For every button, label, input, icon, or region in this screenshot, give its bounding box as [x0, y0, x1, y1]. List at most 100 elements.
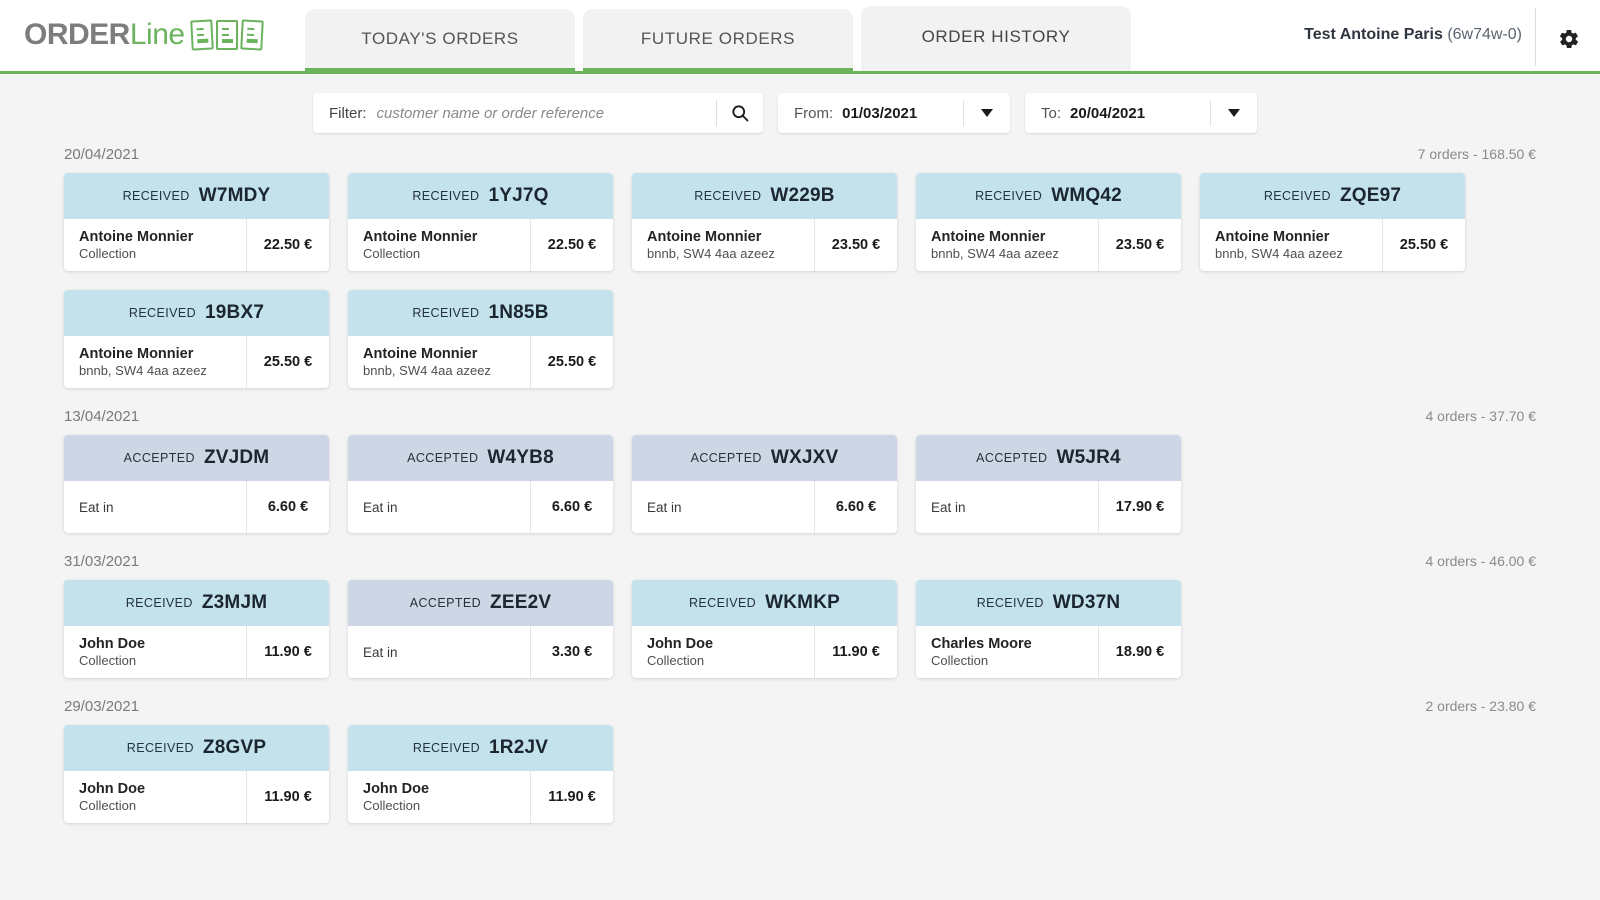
- order-group: 29/03/2021 2 orders - 23.80 € RECEIVED Z8GV…: [64, 692, 1536, 823]
- customer-name: John Doe: [363, 780, 430, 797]
- status-badge: RECEIVED: [975, 189, 1043, 203]
- order-customer-info: Antoine Monnier bnnb, SW4 4aa azeez: [348, 336, 530, 388]
- status-badge: ACCEPTED: [409, 596, 482, 610]
- order-detail: Collection: [79, 797, 137, 813]
- customer-name: Antoine Monnier: [79, 228, 194, 245]
- date-from-picker[interactable]: From: 01/03/2021: [778, 93, 1010, 133]
- order-card-body: Antoine Monnier bnnb, SW4 4aa azeez 25.50 …: [64, 336, 329, 388]
- order-reference: W4YB8: [487, 447, 554, 468]
- account-info[interactable]: Test Antoine Paris (6w74w-0): [1304, 26, 1522, 44]
- order-reference: WMQ42: [1051, 185, 1122, 206]
- order-reference: ZQE97: [1339, 185, 1402, 206]
- order-card-grid: RECEIVED W7MDY Antoine Monnier Collection 22…: [64, 173, 1536, 388]
- order-customer-info: Eat in: [64, 481, 246, 533]
- customer-name: Antoine Monnier: [363, 345, 478, 362]
- order-card[interactable]: ACCEPTED ZVJDM Eat in 6.60 €: [64, 435, 329, 533]
- order-detail: Collection: [79, 245, 137, 261]
- logo[interactable]: ORDERLine: [24, 18, 264, 52]
- order-reference: WKMKP: [765, 592, 840, 613]
- order-card-header: RECEIVED 1R2JV: [348, 725, 613, 771]
- account-code: (6w74w-0): [1447, 26, 1522, 43]
- customer-name: John Doe: [79, 635, 146, 652]
- order-price: 6.60 €: [551, 499, 593, 515]
- status-badge: RECEIVED: [122, 189, 190, 203]
- order-customer-info: Antoine Monnier bnnb, SW4 4aa azeez: [632, 219, 814, 271]
- tab-future-orders[interactable]: FUTURE ORDERS: [583, 9, 853, 71]
- order-card-header: ACCEPTED W4YB8: [348, 435, 613, 481]
- date-to-label: To:: [1041, 104, 1062, 122]
- order-detail: bnnb, SW4 4aa azeez: [363, 362, 491, 378]
- tab-label: FUTURE ORDERS: [640, 28, 796, 48]
- order-customer-info: John Doe Collection: [632, 626, 814, 678]
- date-to-picker[interactable]: To: 20/04/2021: [1025, 93, 1257, 133]
- order-reference: ZEE2V: [490, 592, 552, 613]
- order-card[interactable]: ACCEPTED W4YB8 Eat in 6.60 €: [348, 435, 613, 533]
- order-card[interactable]: RECEIVED 1N85B Antoine Monnier bnnb, SW4 4a…: [348, 290, 613, 388]
- customer-name: John Doe: [79, 780, 146, 797]
- order-customer-info: John Doe Collection: [348, 771, 530, 823]
- order-card-header: ACCEPTED ZVJDM: [64, 435, 329, 481]
- order-card[interactable]: RECEIVED W229B Antoine Monnier bnnb, SW4 4a…: [632, 173, 897, 271]
- order-price: 25.50 €: [263, 354, 313, 370]
- order-price: 23.50 €: [831, 237, 881, 253]
- order-card[interactable]: ACCEPTED ZEE2V Eat in 3.30 €: [348, 580, 613, 678]
- status-badge: ACCEPTED: [690, 451, 762, 465]
- order-card-header: RECEIVED WMQ42: [916, 173, 1181, 219]
- order-card[interactable]: ACCEPTED WXJXV Eat in 6.60 €: [632, 435, 897, 533]
- order-price: 25.50 €: [1399, 237, 1449, 253]
- tab-label: ORDER HISTORY: [921, 27, 1071, 46]
- order-reference: W7MDY: [198, 185, 271, 206]
- order-detail: Collection: [931, 652, 989, 668]
- order-card[interactable]: RECEIVED 1R2JV John Doe Collection 11.90 €: [348, 725, 613, 823]
- order-group: 13/04/2021 4 orders - 37.70 € ACCEPTED ZVJD…: [64, 402, 1536, 533]
- order-price: 11.90 €: [548, 789, 596, 805]
- order-card[interactable]: RECEIVED 1YJ7Q Antoine Monnier Collection 22…: [348, 173, 613, 271]
- date-from-value: 01/03/2021: [842, 104, 918, 122]
- order-card-header: RECEIVED WD37N: [916, 580, 1181, 626]
- order-card[interactable]: RECEIVED Z3MJM John Doe Collection 11.90 €: [64, 580, 329, 678]
- order-card[interactable]: RECEIVED W7MDY Antoine Monnier Collection 22…: [64, 173, 329, 271]
- order-card[interactable]: RECEIVED 19BX7 Antoine Monnier bnnb, SW4 4a…: [64, 290, 329, 388]
- order-group-date: 31/03/2021: [64, 553, 140, 570]
- order-card-header: RECEIVED ZQE97: [1200, 173, 1465, 219]
- main-tabs: TODAY'S ORDERS FUTURE ORDERS ORDER HISTO…: [305, 0, 1139, 71]
- chevron-down-icon[interactable]: [1211, 109, 1257, 117]
- order-group-summary: 2 orders - 23.80 €: [1425, 698, 1536, 714]
- order-card-grid: ACCEPTED ZVJDM Eat in 6.60 € ACCEPTED W4YB8 Ea…: [64, 435, 1536, 533]
- order-card[interactable]: RECEIVED WD37N Charles Moore Collection 18.9…: [916, 580, 1181, 678]
- chevron-down-icon[interactable]: [964, 109, 1010, 117]
- order-card[interactable]: RECEIVED ZQE97 Antoine Monnier bnnb, SW4 4a…: [1200, 173, 1465, 271]
- filter-bar: Filter: From: 01/03/2021 To: 20/04/2021: [0, 74, 1600, 140]
- filter-search-box[interactable]: Filter:: [313, 93, 763, 133]
- order-card-header: RECEIVED Z8GVP: [64, 725, 329, 771]
- order-group-header: 13/04/2021 4 orders - 37.70 €: [64, 402, 1536, 435]
- order-card[interactable]: RECEIVED Z8GVP John Doe Collection 11.90 €: [64, 725, 329, 823]
- search-button[interactable]: [717, 93, 763, 133]
- status-badge: RECEIVED: [412, 189, 480, 203]
- order-card[interactable]: RECEIVED WMQ42 Antoine Monnier bnnb, SW4 4a…: [916, 173, 1181, 271]
- order-card-body: Antoine Monnier bnnb, SW4 4aa azeez 23.50 …: [632, 219, 897, 271]
- order-card-body: Antoine Monnier bnnb, SW4 4aa azeez 25.50 …: [348, 336, 613, 388]
- customer-name: Antoine Monnier: [79, 345, 194, 362]
- order-customer-info: John Doe Collection: [64, 626, 246, 678]
- order-customer-info: Eat in: [348, 481, 530, 533]
- order-customer-info: Antoine Monnier Collection: [64, 219, 246, 271]
- customer-name: Antoine Monnier: [931, 228, 1046, 245]
- search-input[interactable]: [376, 104, 716, 122]
- order-price: 6.60 €: [835, 499, 877, 515]
- gear-icon[interactable]: [1558, 28, 1580, 50]
- order-card-body: Eat in 6.60 €: [64, 481, 329, 533]
- order-reference: 1N85B: [488, 302, 549, 323]
- order-reference: WXJXV: [770, 447, 839, 468]
- order-detail: Eat in: [79, 499, 114, 515]
- tab-todays-orders[interactable]: TODAY'S ORDERS: [305, 9, 575, 71]
- order-card-body: Eat in 17.90 €: [916, 481, 1181, 533]
- order-card-header: ACCEPTED WXJXV: [632, 435, 897, 481]
- order-card[interactable]: ACCEPTED W5JR4 Eat in 17.90 €: [916, 435, 1181, 533]
- tab-order-history[interactable]: ORDER HISTORY: [861, 6, 1131, 71]
- order-card[interactable]: RECEIVED WKMKP John Doe Collection 11.90 €: [632, 580, 897, 678]
- order-group-header: 31/03/2021 4 orders - 46.00 €: [64, 547, 1536, 580]
- search-icon: [732, 105, 749, 122]
- order-group-summary: 4 orders - 37.70 €: [1425, 408, 1536, 424]
- order-detail: bnnb, SW4 4aa azeez: [1215, 245, 1343, 261]
